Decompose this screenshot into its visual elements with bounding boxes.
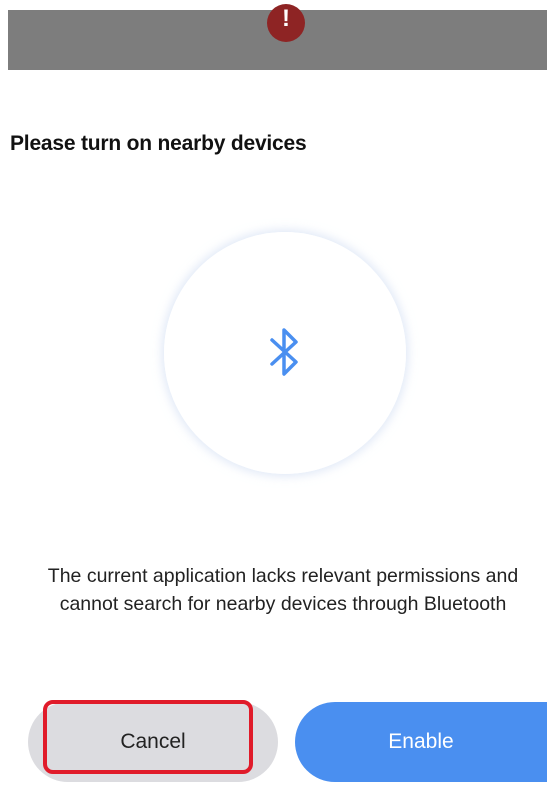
alert-icon: !: [267, 4, 305, 42]
permission-dialog: Please turn on nearby devices The curren…: [8, 70, 547, 812]
enable-button[interactable]: Enable: [295, 702, 547, 782]
cancel-button[interactable]: Cancel: [28, 700, 278, 782]
cancel-button-label: Cancel: [120, 730, 186, 753]
screen: ! Please turn on nearby devices The curr…: [0, 0, 547, 812]
dialog-title: Please turn on nearby devices: [10, 132, 307, 155]
bluetooth-illustration: [164, 232, 406, 474]
enable-button-label: Enable: [388, 730, 454, 753]
bluetooth-icon: [270, 328, 298, 376]
dialog-description: The current application lacks relevant p…: [47, 565, 519, 615]
